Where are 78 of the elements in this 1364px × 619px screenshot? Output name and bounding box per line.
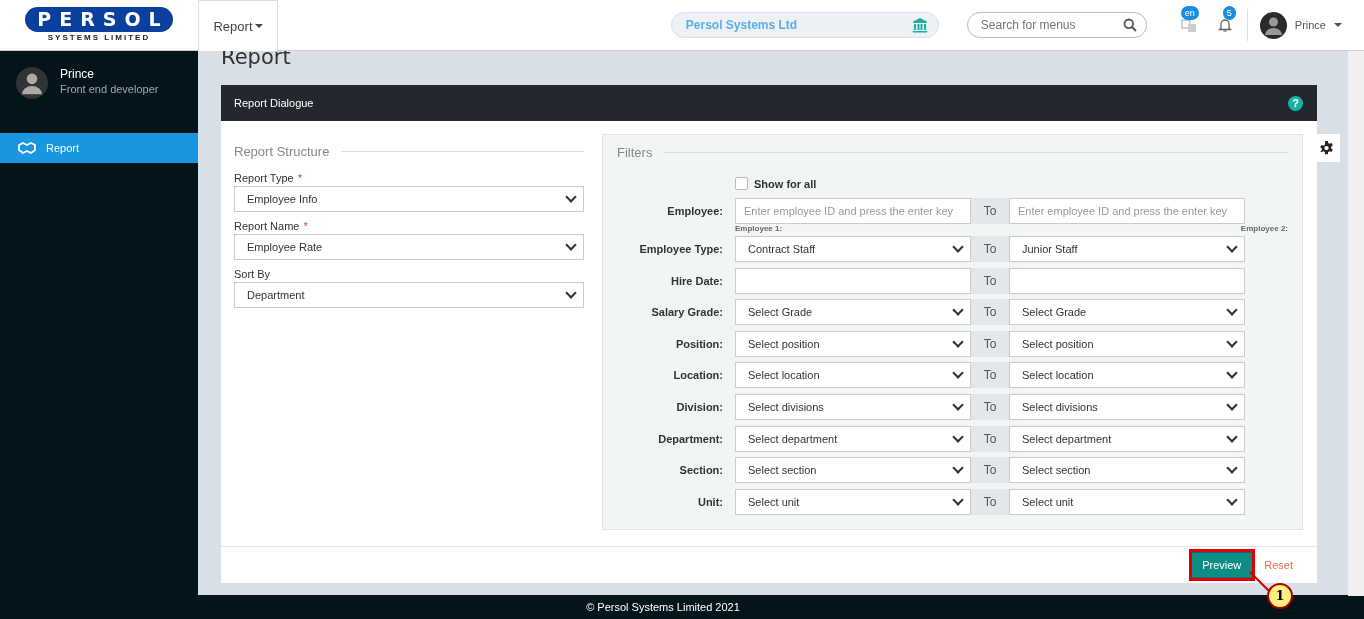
to-label: To — [971, 394, 1009, 421]
select-field[interactable]: Select position — [735, 330, 971, 357]
section-legend: Report Structure — [234, 143, 330, 159]
filter-label: Location: — [672, 369, 723, 382]
select-field[interactable]: Employee Info — [234, 186, 584, 212]
to-label: To — [971, 299, 1009, 326]
filter-label: Employee Type: — [638, 243, 723, 256]
search-icon — [1122, 18, 1137, 32]
select-field[interactable]: Select location — [735, 362, 971, 389]
to-label: To — [971, 236, 1009, 263]
handshake-icon — [18, 142, 36, 154]
company-name: Persol Systems Ltd — [685, 18, 798, 32]
field-label: Report Name — [234, 220, 300, 232]
select-field[interactable]: Select Grade — [735, 299, 971, 326]
user-menu[interactable]: Prince — [1259, 11, 1342, 39]
filter-label: Department: — [657, 432, 723, 445]
required-mark: * — [297, 172, 302, 184]
to-label: To — [971, 197, 1009, 224]
section-legend: Filters — [617, 144, 653, 160]
select-field[interactable]: Select position — [1009, 330, 1245, 357]
select-field[interactable]: Select unit — [735, 488, 971, 515]
avatar — [16, 67, 48, 99]
bell-icon[interactable] — [1216, 17, 1233, 33]
callout-number: 1 — [1267, 582, 1293, 609]
language-badge: en — [1180, 6, 1199, 20]
highlight-frame — [1189, 548, 1255, 581]
select-field[interactable]: Select unit — [1009, 488, 1245, 515]
to-label: To — [971, 488, 1009, 515]
filter-label: Employee: — [666, 204, 723, 217]
checkbox-label: Show for all — [754, 177, 817, 190]
field-label: Report Type — [234, 172, 294, 184]
to-label: To — [971, 330, 1009, 357]
required-mark: * — [303, 220, 308, 232]
field-caption: Employee 1: — [735, 223, 783, 233]
caret-icon — [1334, 23, 1342, 27]
user-name: Prince — [1294, 19, 1326, 31]
select-field[interactable]: Select Grade — [1009, 299, 1245, 326]
checkbox[interactable] — [735, 177, 748, 190]
to-label: To — [971, 267, 1009, 294]
field-label: Sort By — [234, 268, 271, 280]
filter-label: Position: — [674, 337, 723, 350]
search-field[interactable]: Search for menus — [966, 12, 1147, 38]
avatar — [1259, 11, 1287, 39]
profile-role: Front end developer — [60, 83, 159, 95]
translate-icon[interactable] — [1180, 17, 1197, 33]
footer-text: © Persol Systems Limited 2021 — [586, 601, 740, 613]
select-field[interactable]: Select location — [1009, 362, 1245, 389]
select-field[interactable]: Junior Staff — [1009, 236, 1245, 263]
report-menu[interactable]: Report — [198, 0, 278, 51]
select-field[interactable]: Department — [234, 282, 584, 308]
filter-label: Unit: — [696, 495, 723, 508]
input-field[interactable] — [735, 267, 971, 294]
select-field[interactable]: Select section — [735, 457, 971, 484]
filter-label: Hire Date: — [670, 274, 723, 287]
select-field[interactable]: Select department — [1009, 425, 1245, 452]
input-field[interactable]: Enter employee ID and press the enter key — [1009, 197, 1245, 224]
filter-label: Section: — [678, 464, 723, 477]
scrollbar[interactable] — [1348, 51, 1364, 596]
input-field[interactable] — [1009, 267, 1245, 294]
select-field[interactable]: Select divisions — [735, 394, 971, 421]
filter-label: Salary Grade: — [650, 306, 723, 319]
select-field[interactable]: Select department — [735, 425, 971, 452]
input-field[interactable]: Enter employee ID and press the enter key — [735, 197, 971, 224]
bank-icon — [911, 17, 928, 33]
filter-label: Division: — [675, 401, 723, 414]
select-field[interactable]: Select section — [1009, 457, 1245, 484]
notification-badge: 5 — [1222, 6, 1236, 20]
to-label: To — [971, 425, 1009, 452]
select-field[interactable]: Contract Staff — [735, 236, 971, 263]
select-field[interactable]: Select divisions — [1009, 394, 1245, 421]
profile-name: Prince — [60, 67, 95, 81]
dialog-title: Report Dialogue — [234, 97, 314, 109]
logo-text: PERSOL — [25, 7, 173, 32]
logo-subtitle: SYSTEMS LIMITED — [47, 32, 151, 43]
to-label: To — [971, 457, 1009, 484]
field-caption: Employee 2: — [1240, 223, 1288, 233]
to-label: To — [971, 362, 1009, 389]
select-field[interactable]: Employee Rate — [234, 234, 584, 260]
